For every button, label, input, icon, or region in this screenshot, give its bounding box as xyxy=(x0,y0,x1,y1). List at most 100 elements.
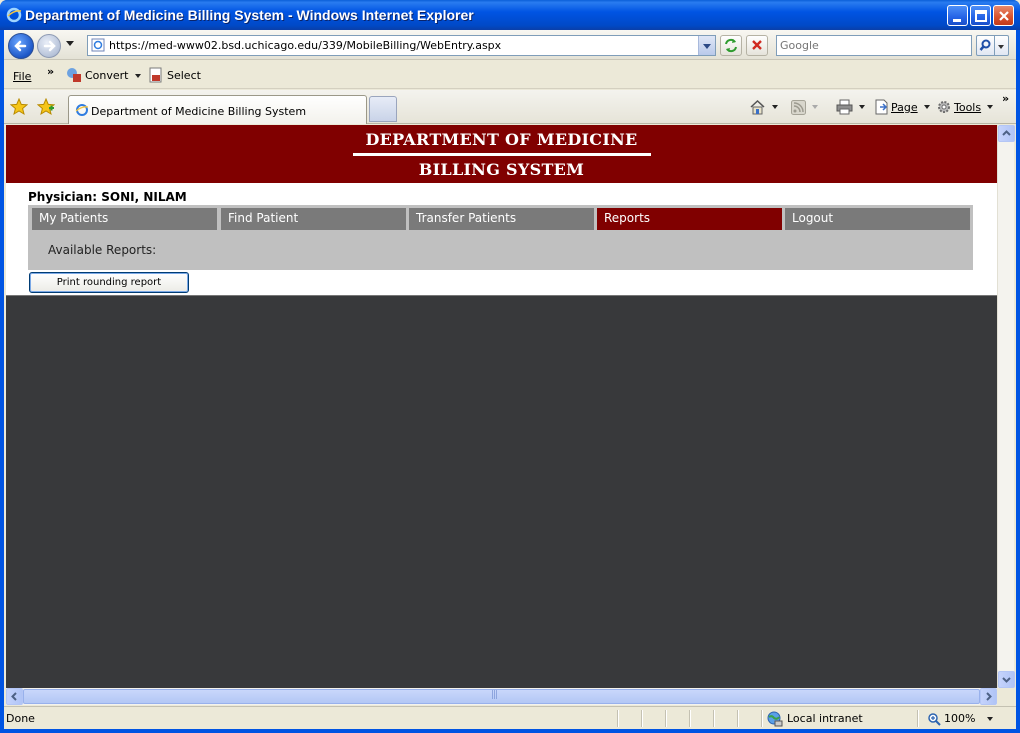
scrollbar-corner xyxy=(997,688,1014,705)
physician-label: Physician: SONI, NILAM xyxy=(28,190,187,204)
browser-chrome: https://med-www02.bsd.uchicago.edu/339/M… xyxy=(4,30,1016,729)
nav-tab-transfer-patients[interactable]: Transfer Patients xyxy=(409,208,594,230)
browser-window: Department of Medicine Billing System - … xyxy=(0,0,1020,733)
banner-title-line2: BILLING SYSTEM xyxy=(418,160,585,179)
zoom-level: 100% xyxy=(944,712,976,725)
search-input[interactable] xyxy=(780,37,970,54)
scroll-up-button[interactable] xyxy=(998,125,1015,142)
page-menu-button[interactable]: Page xyxy=(874,98,930,116)
menu-bar: File » Convert Select xyxy=(4,61,1016,89)
page-menu-icon xyxy=(875,99,888,115)
convert-label: Convert xyxy=(85,68,129,82)
search-options-dropdown[interactable] xyxy=(995,35,1009,56)
scroll-down-button[interactable] xyxy=(998,671,1015,688)
vertical-scrollbar[interactable] xyxy=(997,125,1015,688)
tab-department-of-medicine[interactable]: Department of Medicine Billing System xyxy=(68,95,367,124)
back-button[interactable] xyxy=(8,33,34,59)
available-reports-label: Available Reports: xyxy=(48,243,157,257)
select-pdf-icon xyxy=(149,67,162,83)
select-button[interactable]: Select xyxy=(148,65,201,85)
feeds-dropdown[interactable] xyxy=(812,105,818,109)
stop-icon xyxy=(752,40,762,50)
add-favorite-icon[interactable] xyxy=(37,98,55,116)
nav-tab-find-patient[interactable]: Find Patient xyxy=(221,208,406,230)
refresh-button[interactable] xyxy=(720,35,742,56)
minimize-button[interactable] xyxy=(947,5,968,26)
home-dropdown[interactable] xyxy=(772,105,778,109)
close-window-button[interactable] xyxy=(993,5,1014,26)
new-tab-button[interactable] xyxy=(369,96,397,122)
menu-file[interactable]: File xyxy=(13,70,31,83)
convert-dropdown[interactable] xyxy=(135,74,141,78)
printer-icon xyxy=(836,99,853,115)
home-button[interactable] xyxy=(749,98,778,116)
security-zone[interactable]: Local intranet xyxy=(766,709,863,728)
status-divider xyxy=(617,710,618,727)
chevron-down-icon xyxy=(1002,677,1011,683)
tab-label: Department of Medicine Billing System xyxy=(91,105,307,118)
url-text[interactable]: https://med-www02.bsd.uchicago.edu/339/M… xyxy=(109,39,501,52)
header-banner: DEPARTMENT OF MEDICINE BILLING SYSTEM xyxy=(6,125,997,183)
status-divider xyxy=(761,710,762,727)
magnifier-icon xyxy=(979,39,991,51)
home-icon xyxy=(750,99,765,115)
menu-overflow-chevron-icon[interactable]: » xyxy=(47,65,54,78)
forward-arrow-icon xyxy=(43,40,56,52)
select-label: Select xyxy=(167,68,201,82)
convert-button[interactable]: Convert xyxy=(66,65,129,85)
status-divider xyxy=(737,710,738,727)
status-divider xyxy=(917,710,918,727)
page-menu-dropdown[interactable] xyxy=(923,105,930,109)
window-title: Department of Medicine Billing System - … xyxy=(25,7,474,23)
rss-feed-icon xyxy=(791,99,806,115)
print-button[interactable] xyxy=(836,98,865,116)
scroll-right-button[interactable] xyxy=(980,688,997,705)
ie-page-icon xyxy=(75,104,89,116)
search-box[interactable] xyxy=(776,35,972,56)
toolbar-overflow-chevron-icon[interactable]: » xyxy=(1002,92,1009,105)
address-bar[interactable]: https://med-www02.bsd.uchicago.edu/339/M… xyxy=(87,35,716,56)
nav-tab-my-patients[interactable]: My Patients xyxy=(32,208,217,230)
address-dropdown[interactable] xyxy=(698,36,715,55)
nav-panel: My Patients Find Patient Transfer Patien… xyxy=(28,205,973,270)
page-menu-label: Page xyxy=(891,100,918,114)
page-content: DEPARTMENT OF MEDICINE BILLING SYSTEM Ph… xyxy=(6,125,997,296)
tools-menu-button[interactable]: Tools xyxy=(936,98,994,116)
maximize-button[interactable] xyxy=(970,5,991,26)
tools-menu-dropdown[interactable] xyxy=(987,105,994,109)
forward-button[interactable] xyxy=(37,34,61,58)
nav-tab-reports[interactable]: Reports xyxy=(597,208,782,230)
page-viewport: DEPARTMENT OF MEDICINE BILLING SYSTEM Ph… xyxy=(6,125,997,688)
convert-pdf-icon xyxy=(67,68,81,82)
tab-bar: Department of Medicine Billing System Pa… xyxy=(4,90,1016,124)
chevron-up-icon xyxy=(1002,130,1011,136)
chevron-left-icon xyxy=(11,692,17,701)
navigation-bar: https://med-www02.bsd.uchicago.edu/339/M… xyxy=(4,30,1016,60)
banner-divider xyxy=(353,153,651,156)
recent-pages-dropdown[interactable] xyxy=(66,41,74,46)
page-icon xyxy=(91,38,105,52)
favorites-star-icon[interactable] xyxy=(10,98,28,116)
search-button[interactable] xyxy=(976,35,995,56)
ie-logo-icon xyxy=(6,7,22,23)
refresh-icon xyxy=(725,38,737,53)
horizontal-scrollbar[interactable] xyxy=(6,688,997,705)
banner-title-line1: DEPARTMENT OF MEDICINE xyxy=(365,130,638,149)
status-divider xyxy=(665,710,666,727)
local-intranet-icon xyxy=(767,711,783,726)
zoom-icon xyxy=(928,712,941,726)
horizontal-scroll-thumb[interactable] xyxy=(23,689,980,704)
status-divider xyxy=(713,710,714,727)
nav-tab-logout[interactable]: Logout xyxy=(785,208,970,230)
status-divider xyxy=(641,710,642,727)
scroll-left-button[interactable] xyxy=(6,688,23,705)
gear-icon xyxy=(938,101,950,113)
print-dropdown[interactable] xyxy=(859,105,865,109)
tools-menu-label: Tools xyxy=(954,100,982,114)
status-divider xyxy=(689,710,690,727)
zoom-button[interactable]: 100% xyxy=(927,709,975,728)
print-rounding-report-button[interactable]: Print rounding report xyxy=(29,272,189,293)
zoom-dropdown[interactable] xyxy=(987,717,993,721)
stop-button[interactable] xyxy=(746,35,768,56)
feeds-button[interactable] xyxy=(791,98,818,116)
